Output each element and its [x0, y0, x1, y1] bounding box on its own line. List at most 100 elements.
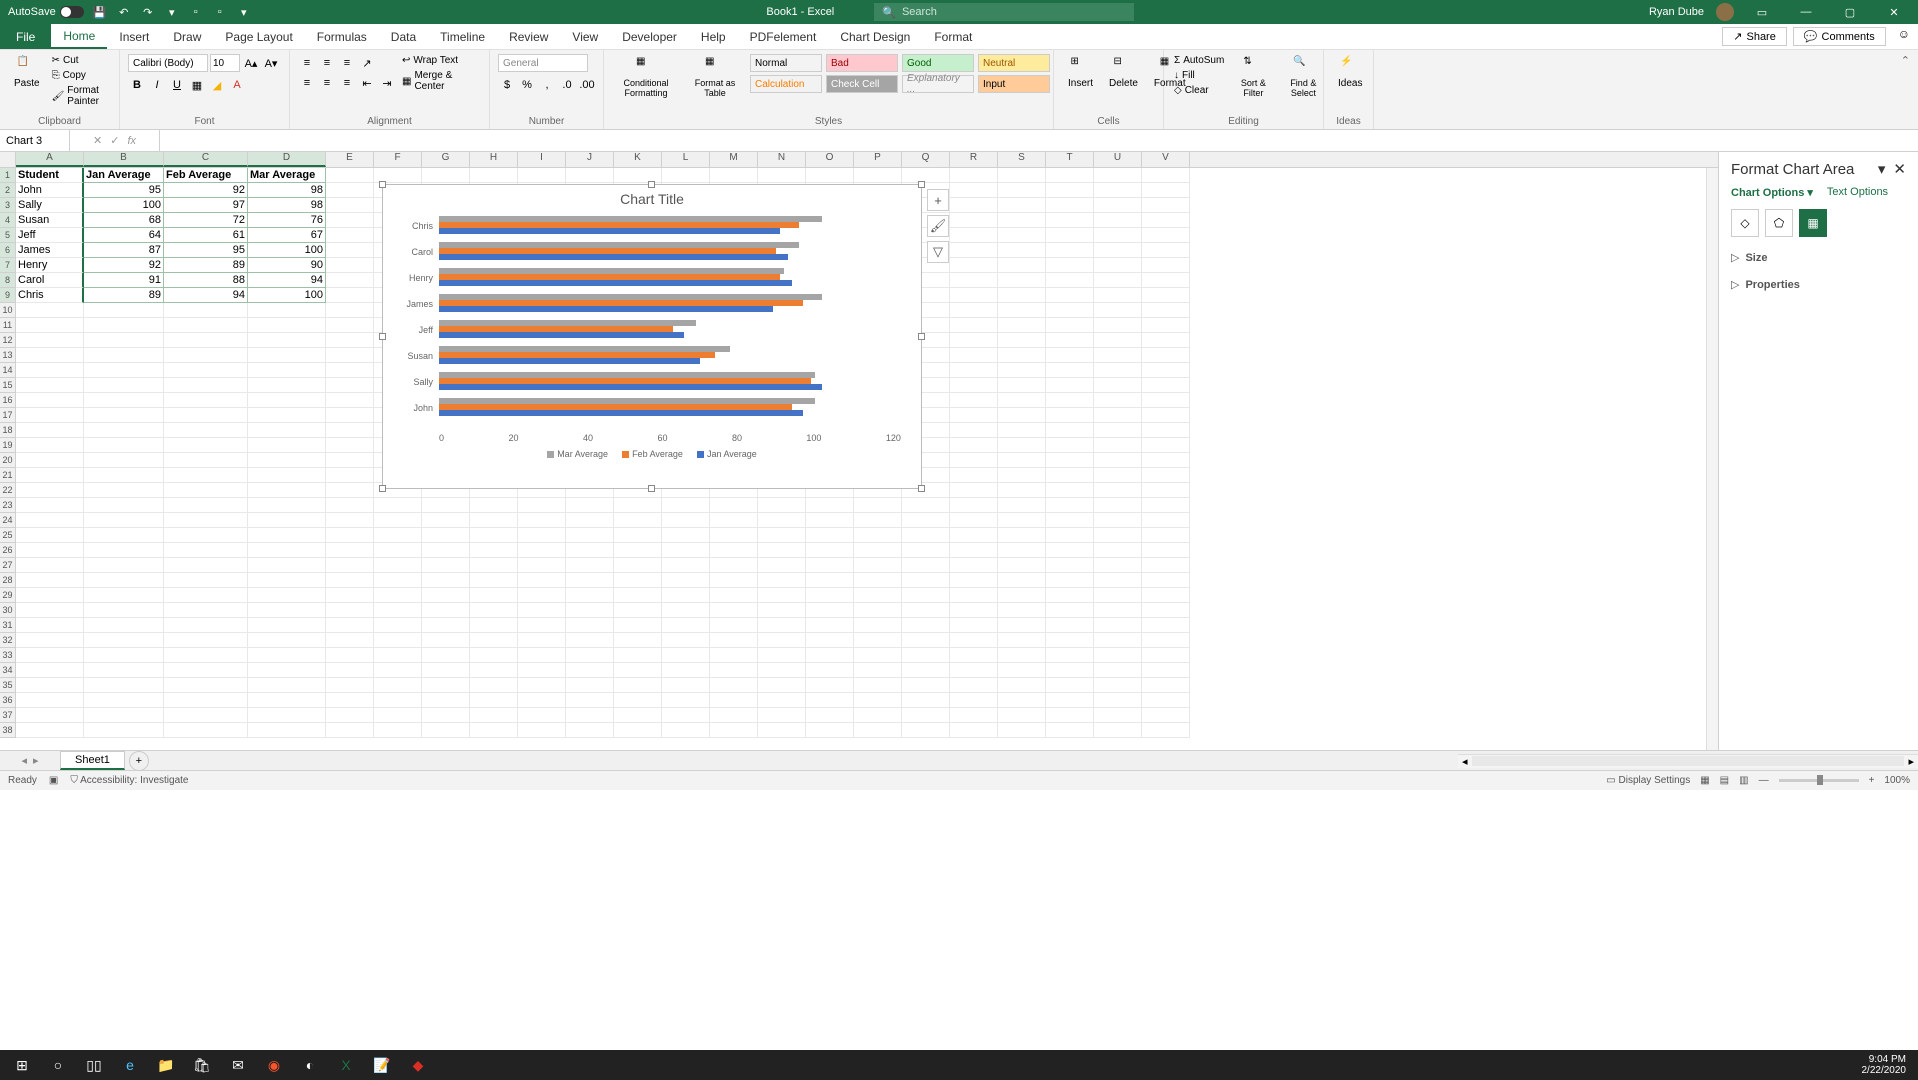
cell[interactable] — [470, 588, 518, 603]
cell[interactable] — [16, 543, 84, 558]
cell[interactable] — [248, 348, 326, 363]
cell[interactable] — [16, 558, 84, 573]
row-header[interactable]: 21 — [0, 468, 16, 483]
cell[interactable]: Jan Average — [84, 168, 164, 183]
tab-pdfelement[interactable]: PDFelement — [738, 24, 829, 49]
cell[interactable] — [518, 168, 566, 183]
cell[interactable] — [164, 498, 248, 513]
cell[interactable] — [950, 483, 998, 498]
cell[interactable] — [84, 708, 164, 723]
cell[interactable] — [164, 483, 248, 498]
cell[interactable] — [470, 723, 518, 738]
cell[interactable] — [1094, 243, 1142, 258]
cell[interactable] — [854, 618, 902, 633]
cell[interactable] — [84, 393, 164, 408]
cell[interactable] — [248, 363, 326, 378]
cut-button[interactable]: ✂ Cut — [50, 54, 111, 67]
cell[interactable] — [1142, 483, 1190, 498]
cell[interactable] — [84, 423, 164, 438]
cell[interactable] — [248, 543, 326, 558]
cell[interactable] — [164, 558, 248, 573]
cell[interactable] — [854, 693, 902, 708]
cell[interactable]: Jeff — [16, 228, 84, 243]
bold-button[interactable]: B — [128, 76, 146, 94]
cell[interactable] — [950, 633, 998, 648]
cell[interactable] — [1046, 303, 1094, 318]
cell[interactable]: 100 — [248, 243, 326, 258]
cell[interactable] — [1046, 648, 1094, 663]
col-header-I[interactable]: I — [518, 152, 566, 167]
cell[interactable] — [854, 708, 902, 723]
cell[interactable] — [902, 168, 950, 183]
cell[interactable] — [806, 558, 854, 573]
cell[interactable] — [248, 333, 326, 348]
qat-icon-1[interactable]: ▾ — [164, 4, 180, 20]
bar-jan-average[interactable] — [439, 228, 780, 234]
cell[interactable] — [1094, 543, 1142, 558]
cell[interactable] — [662, 663, 710, 678]
cell[interactable] — [248, 708, 326, 723]
cell[interactable] — [710, 678, 758, 693]
search-input[interactable]: 🔍 Search — [874, 3, 1134, 21]
cell[interactable] — [806, 648, 854, 663]
smiley-icon[interactable]: ☺ — [1898, 27, 1910, 46]
cell[interactable]: 87 — [84, 243, 164, 258]
cell[interactable] — [710, 558, 758, 573]
cell[interactable] — [806, 528, 854, 543]
add-sheet-button[interactable]: + — [129, 751, 149, 771]
cell[interactable] — [1142, 378, 1190, 393]
cell[interactable] — [422, 543, 470, 558]
cell[interactable] — [84, 498, 164, 513]
cell[interactable] — [84, 513, 164, 528]
cell[interactable] — [374, 618, 422, 633]
cell[interactable] — [902, 603, 950, 618]
font-color-button[interactable]: A — [228, 76, 246, 94]
cell[interactable] — [806, 588, 854, 603]
cell[interactable] — [16, 708, 84, 723]
cell[interactable] — [164, 408, 248, 423]
cell[interactable] — [326, 453, 374, 468]
formula-input[interactable] — [160, 130, 1918, 151]
cell[interactable] — [326, 258, 374, 273]
cell[interactable] — [950, 303, 998, 318]
fill-button[interactable]: ↓ Fill — [1172, 69, 1226, 82]
cell[interactable] — [164, 468, 248, 483]
cell[interactable] — [518, 513, 566, 528]
cell[interactable] — [164, 723, 248, 738]
cell[interactable] — [84, 468, 164, 483]
cell[interactable] — [710, 648, 758, 663]
cell[interactable]: 72 — [164, 213, 248, 228]
cell[interactable] — [326, 618, 374, 633]
col-header-A[interactable]: A — [16, 152, 84, 167]
cell[interactable] — [374, 528, 422, 543]
cell[interactable] — [374, 498, 422, 513]
cell[interactable] — [806, 678, 854, 693]
fill-color-button[interactable]: ◢ — [208, 76, 226, 94]
cell[interactable] — [950, 468, 998, 483]
cell[interactable]: 100 — [84, 198, 164, 213]
search-taskbar-icon[interactable]: ○ — [40, 1050, 76, 1080]
cell[interactable] — [84, 363, 164, 378]
cell[interactable] — [518, 693, 566, 708]
cell[interactable] — [164, 708, 248, 723]
orientation-icon[interactable]: ↗ — [358, 54, 376, 72]
cell[interactable] — [164, 363, 248, 378]
col-header-Q[interactable]: Q — [902, 152, 950, 167]
cell[interactable] — [518, 708, 566, 723]
cell[interactable] — [248, 423, 326, 438]
row-header[interactable]: 3 — [0, 198, 16, 213]
cell[interactable]: 95 — [84, 183, 164, 198]
cell[interactable] — [16, 333, 84, 348]
cell[interactable] — [806, 573, 854, 588]
cell[interactable] — [662, 723, 710, 738]
cell[interactable] — [566, 588, 614, 603]
close-icon[interactable]: ✕ — [1878, 0, 1910, 24]
cell[interactable] — [1094, 348, 1142, 363]
cell[interactable] — [326, 588, 374, 603]
qat-icon-2[interactable]: ▫ — [188, 4, 204, 20]
cell[interactable] — [84, 573, 164, 588]
cell[interactable]: 64 — [84, 228, 164, 243]
cell[interactable] — [614, 663, 662, 678]
app-icon[interactable]: ◆ — [400, 1050, 436, 1080]
cell[interactable]: 95 — [164, 243, 248, 258]
